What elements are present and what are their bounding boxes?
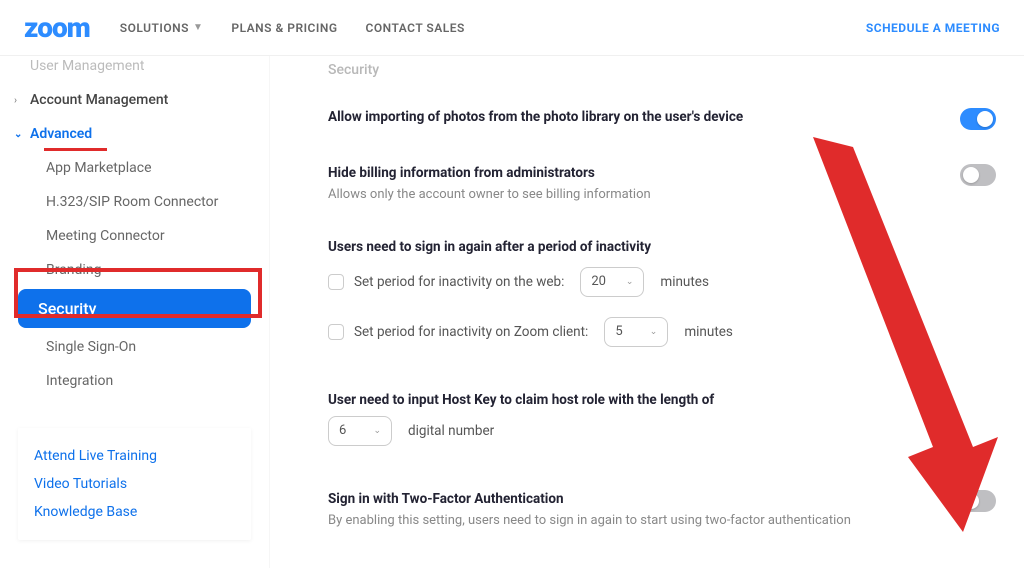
tab-security-label: Security	[328, 62, 996, 78]
setting-title: User need to input Host Key to claim hos…	[328, 391, 996, 410]
chevron-right-icon: ›	[14, 95, 17, 106]
link-knowledge-base[interactable]: Knowledge Base	[34, 498, 235, 526]
toggle-hide-billing[interactable]	[960, 164, 996, 186]
setting-inactivity-signin: Users need to sign in again after a peri…	[328, 238, 996, 357]
nav-contact-sales[interactable]: CONTACT SALES	[366, 21, 465, 35]
checkbox-inactivity-web[interactable]	[328, 274, 344, 290]
sidebar-item-user-management[interactable]: User Management	[12, 58, 257, 83]
chevron-down-icon: ⌄	[626, 277, 634, 287]
schedule-meeting-link[interactable]: SCHEDULE A MEETING	[866, 21, 1000, 35]
link-video-tutorials[interactable]: Video Tutorials	[34, 470, 235, 498]
sidebar-item-branding[interactable]: Branding	[12, 253, 257, 287]
top-header: zoom SOLUTIONS ▼ PLANS & PRICING CONTACT …	[0, 0, 1024, 56]
inactivity-client-row: Set period for inactivity on Zoom client…	[328, 317, 996, 347]
checkbox-inactivity-client[interactable]	[328, 324, 344, 340]
sidebar-item-app-marketplace[interactable]: App Marketplace	[12, 151, 257, 185]
setting-description: By enabling this setting, users need to …	[328, 512, 930, 530]
link-live-training[interactable]: Attend Live Training	[34, 442, 235, 470]
caret-down-icon: ▼	[193, 22, 203, 33]
nav-solutions[interactable]: SOLUTIONS ▼	[120, 21, 204, 35]
sidebar-item-h323-sip[interactable]: H.323/SIP Room Connector	[12, 185, 257, 219]
help-panel: Attend Live Training Video Tutorials Kno…	[18, 428, 251, 540]
label: Set period for inactivity on Zoom client…	[354, 324, 588, 340]
unit-label: minutes	[660, 274, 709, 290]
chevron-down-icon: ⌄	[650, 327, 658, 337]
select-host-key-length[interactable]: 6⌄	[328, 416, 392, 446]
select-inactivity-web-minutes[interactable]: 20⌄	[580, 267, 644, 297]
inactivity-web-row: Set period for inactivity on the web: 20…	[328, 267, 996, 297]
setting-allow-importing-photos: Allow importing of photos from the photo…	[328, 108, 996, 130]
chevron-down-icon: ⌄	[373, 426, 381, 436]
zoom-logo: zoom	[24, 11, 90, 44]
select-inactivity-client-minutes[interactable]: 5⌄	[604, 317, 668, 347]
sidebar-item-meeting-connector[interactable]: Meeting Connector	[12, 219, 257, 253]
setting-description: Allows only the account owner to see bil…	[328, 186, 930, 204]
nav-plans-pricing[interactable]: PLANS & PRICING	[231, 21, 337, 35]
setting-title: Users need to sign in again after a peri…	[328, 238, 996, 257]
setting-two-factor-auth: Sign in with Two-Factor Authentication B…	[328, 490, 996, 530]
setting-hide-billing: Hide billing information from administra…	[328, 164, 996, 204]
chevron-down-icon: ⌄	[14, 129, 22, 140]
label: Set period for inactivity on the web:	[354, 274, 564, 290]
toggle-two-factor-auth[interactable]	[960, 490, 996, 512]
setting-title: Sign in with Two-Factor Authentication	[328, 490, 930, 509]
content-area: Security Allow importing of photos from …	[270, 56, 1024, 568]
setting-title: Allow importing of photos from the photo…	[328, 108, 930, 127]
sidebar-item-single-sign-on[interactable]: Single Sign-On	[12, 330, 257, 364]
setting-title: Hide billing information from administra…	[328, 164, 930, 183]
unit-label: digital number	[408, 423, 494, 439]
sidebar-item-advanced[interactable]: ⌄Advanced	[12, 117, 257, 151]
sidebar-item-security[interactable]: Security	[18, 289, 251, 328]
toggle-allow-importing-photos[interactable]	[960, 108, 996, 130]
host-key-row: 6⌄ digital number	[328, 416, 996, 446]
setting-host-key-length: User need to input Host Key to claim hos…	[328, 391, 996, 456]
nav-label: SOLUTIONS	[120, 21, 189, 35]
sidebar-item-account-management[interactable]: ›Account Management	[12, 83, 257, 117]
sidebar-item-integration[interactable]: Integration	[12, 364, 257, 398]
sidebar: User Management ›Account Management ⌄Adv…	[0, 56, 270, 568]
unit-label: minutes	[684, 324, 733, 340]
